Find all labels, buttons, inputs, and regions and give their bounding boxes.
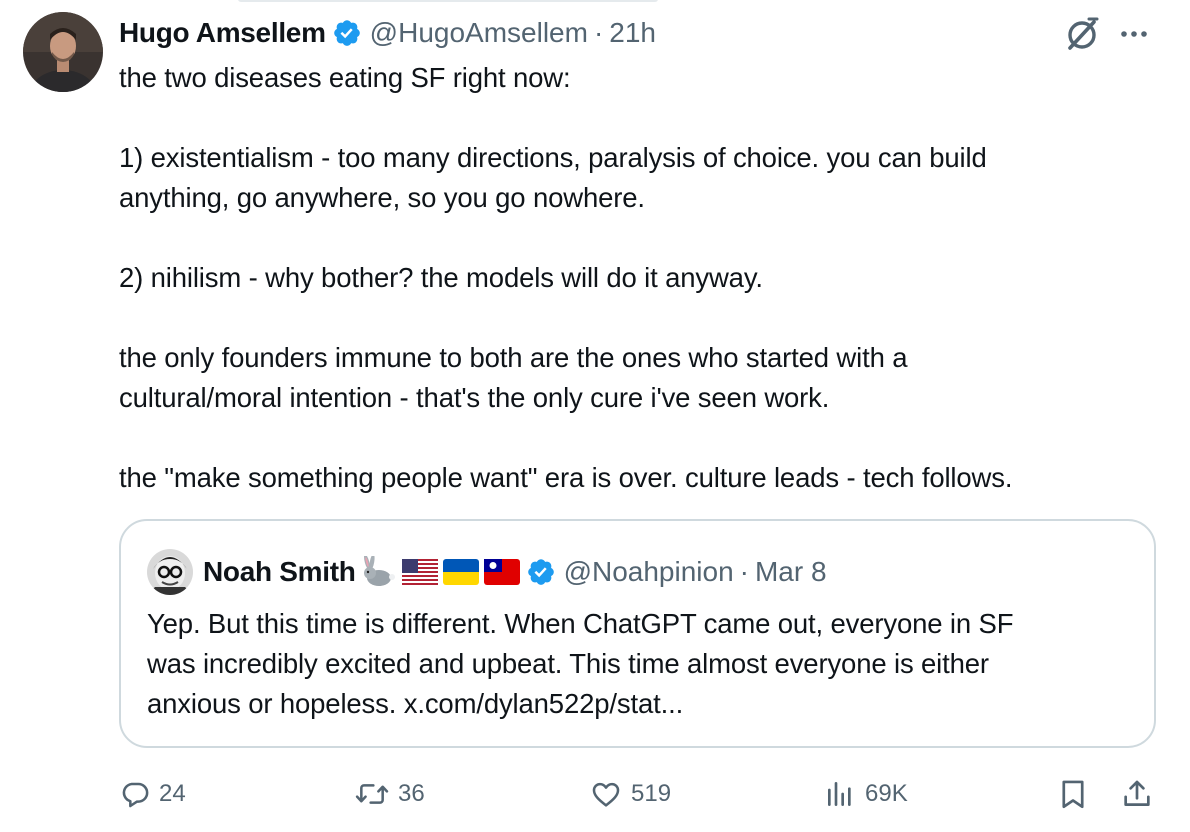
like-button[interactable]: 519: [589, 770, 671, 818]
tweet-text-line: 2) nihilism - why bother? the models wil…: [119, 262, 763, 293]
verified-badge-icon[interactable]: [332, 18, 362, 48]
bookmark-icon: [1056, 777, 1090, 811]
reply-count: 24: [159, 780, 186, 807]
quoted-tweet-text: Yep. But this time is different. When Ch…: [147, 604, 1137, 724]
author-handle[interactable]: @HugoAmsellem: [370, 17, 588, 49]
tweet-text-line: the two diseases eating SF right now:: [119, 62, 571, 93]
tweet-text-line: the "make something people want" era is …: [119, 462, 1013, 493]
tweet-text-line: the only founders immune to both are the…: [119, 342, 908, 373]
author-name[interactable]: Hugo Amsellem: [119, 17, 326, 49]
views-chart-icon: [823, 778, 857, 810]
reply-button[interactable]: 24: [119, 770, 186, 818]
heart-icon: [589, 778, 623, 810]
quoted-author-handle[interactable]: @Noahpinion: [564, 556, 734, 588]
reply-icon: [119, 778, 151, 810]
header-separator: ·: [593, 17, 604, 48]
tweet-text: the two diseases eating SF right now: 1)…: [119, 58, 1159, 498]
repost-button[interactable]: 36: [354, 770, 425, 818]
ukraine-flag-emoji: [442, 556, 479, 588]
tweet-header: Hugo Amsellem @HugoAmsellem · 21h: [119, 14, 656, 52]
taiwan-flag-emoji: [483, 556, 520, 588]
share-button[interactable]: [1120, 770, 1154, 818]
author-avatar[interactable]: [23, 12, 103, 92]
quoted-text-line: anxious or hopeless. x.com/dylan522p/sta…: [147, 688, 684, 719]
quoted-tweet-card[interactable]: Noah Smith @Noahpinion · Mar 8 Yep. But …: [119, 519, 1156, 748]
quoted-author-name[interactable]: Noah Smith: [203, 556, 356, 588]
like-count: 519: [631, 780, 672, 807]
share-icon: [1120, 777, 1154, 811]
tweet-text-line: 1) existentialism - too many directions,…: [119, 142, 987, 173]
repost-count: 36: [398, 780, 425, 807]
quoted-header-separator: ·: [739, 556, 749, 587]
verified-badge-icon[interactable]: [526, 557, 556, 587]
views-button[interactable]: 69K: [823, 770, 908, 818]
quoted-author-avatar[interactable]: [147, 549, 193, 595]
tweet-timestamp[interactable]: 21h: [609, 17, 656, 49]
quoted-tweet-header: Noah Smith @Noahpinion · Mar 8: [147, 549, 827, 595]
tweet-text-line: cultural/moral intention - that's the on…: [119, 382, 830, 413]
bookmark-button[interactable]: [1056, 770, 1090, 818]
previous-tweet-remnant: [0, 0, 1190, 6]
tweet-text-line: anything, go anywhere, so you go nowhere…: [119, 182, 645, 213]
more-icon[interactable]: [1114, 14, 1154, 54]
grok-icon[interactable]: [1062, 14, 1102, 54]
tweet-action-bar: 24 36 519 69K: [0, 770, 1190, 818]
quoted-tweet-date[interactable]: Mar 8: [755, 556, 827, 588]
quoted-text-line: was incredibly excited and upbeat. This …: [147, 648, 989, 679]
views-count: 69K: [865, 780, 908, 807]
repost-icon: [354, 778, 390, 810]
quoted-text-line: Yep. But this time is different. When Ch…: [147, 608, 1014, 639]
us-flag-emoji: [401, 556, 438, 588]
rabbit-emoji: [361, 556, 397, 588]
